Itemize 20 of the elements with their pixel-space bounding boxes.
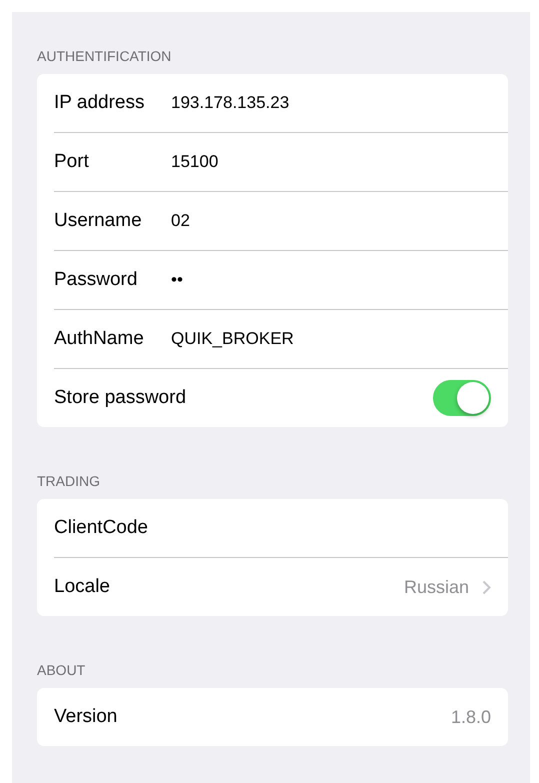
field-label: Password bbox=[54, 269, 138, 291]
input-field[interactable]: 15100 bbox=[171, 152, 218, 172]
section-header: ABOUT bbox=[37, 662, 86, 678]
field-label: IP address bbox=[54, 92, 146, 114]
section-header: TRADING bbox=[37, 473, 101, 489]
input-field[interactable]: QUIK_BROKER bbox=[171, 329, 294, 349]
input-field[interactable]: •• bbox=[171, 270, 183, 290]
setting-label: Store password bbox=[54, 387, 186, 409]
setting-label: Version bbox=[54, 706, 118, 728]
section-header: AUTHENTIFICATION bbox=[37, 48, 172, 64]
field-label: ClientCode bbox=[54, 517, 149, 539]
chevron-icon bbox=[482, 580, 491, 594]
input-field[interactable]: 02 bbox=[171, 211, 190, 231]
input-field[interactable]: 193.178.135.23 bbox=[171, 93, 290, 113]
field-label: Port bbox=[54, 151, 90, 173]
setting-value: 1.8.0 bbox=[450, 706, 491, 728]
toggle-switch[interactable] bbox=[433, 380, 491, 416]
field-label: Username bbox=[54, 210, 143, 232]
field-label: AuthName bbox=[54, 328, 145, 350]
setting-label: Locale bbox=[54, 576, 110, 598]
